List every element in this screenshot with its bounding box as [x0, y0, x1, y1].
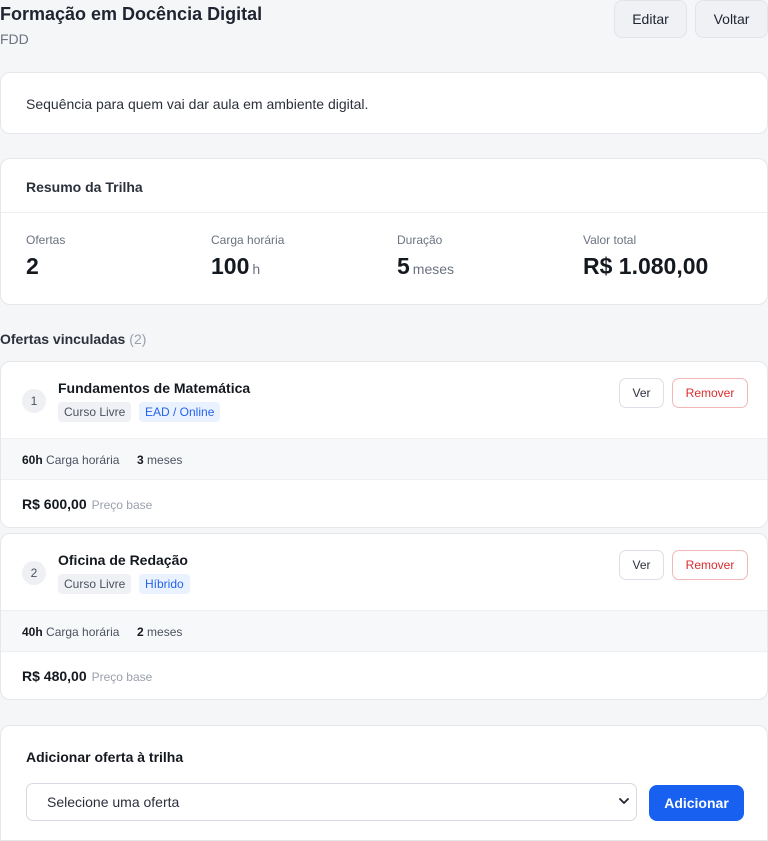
offer-card: 2 Oficina de Redação Curso Livre Híbrido…: [0, 533, 768, 700]
page-header: Formação em Docência Digital FDD Editar …: [0, 0, 768, 60]
offer-card: 1 Fundamentos de Matemática Curso Livre …: [0, 361, 768, 528]
offer-duration-label: meses: [147, 453, 183, 467]
track-code: FDD: [0, 31, 29, 47]
offer-meta: 60h Carga horária 3 meses: [1, 438, 767, 480]
view-offer-button[interactable]: Ver: [619, 550, 664, 580]
offer-duration-value: 3: [137, 453, 144, 467]
description-card: Sequência para quem vai dar aula em ambi…: [0, 72, 768, 134]
stat-duration: Duração 5 meses: [397, 233, 454, 280]
offer-hours-label: Carga horária: [46, 453, 120, 467]
remove-offer-button[interactable]: Remover: [672, 550, 748, 580]
stat-value: 100: [211, 253, 250, 279]
stat-label: Carga horária: [211, 233, 285, 247]
stat-value: 5: [397, 253, 410, 279]
stat-value: 2: [26, 253, 39, 279]
offer-price-value: R$ 600,00: [22, 496, 87, 512]
edit-button[interactable]: Editar: [614, 0, 687, 38]
stat-label: Duração: [397, 233, 443, 247]
summary-card: Resumo da Trilha Ofertas 2 Carga horária…: [0, 158, 768, 305]
back-button[interactable]: Voltar: [695, 0, 768, 38]
offer-modality-tag: EAD / Online: [139, 402, 221, 422]
description-text: Sequência para quem vai dar aula em ambi…: [26, 96, 369, 112]
offer-duration: 2 meses: [137, 625, 182, 639]
offer-number: 1: [22, 389, 46, 413]
offer-price-label: Preço base: [91, 670, 153, 684]
offer-type-tag: Curso Livre: [58, 402, 132, 422]
offers-count: (2): [129, 331, 147, 347]
offer-modality-tag: Híbrido: [139, 574, 190, 594]
offer-select[interactable]: Selecione uma oferta: [26, 783, 637, 821]
add-offer-title: Adicionar oferta à trilha: [26, 749, 184, 765]
offer-hours: 40h Carga horária: [22, 625, 119, 639]
offer-select-value: Selecione uma oferta: [47, 794, 180, 810]
offer-meta: 40h Carga horária 2 meses: [1, 610, 767, 652]
chevron-down-icon: [619, 798, 629, 804]
stat-value: R$ 1.080,00: [583, 253, 709, 279]
view-offer-button[interactable]: Ver: [619, 378, 664, 408]
stat-unit: h: [252, 261, 261, 277]
offer-duration-label: meses: [147, 625, 183, 639]
offer-duration-value: 2: [137, 625, 144, 639]
offer-hours-value: 40h: [22, 625, 43, 639]
add-offer-card: Adicionar oferta à trilha Selecione uma …: [0, 725, 768, 841]
offer-duration: 3 meses: [137, 453, 182, 467]
offer-name: Fundamentos de Matemática: [58, 380, 251, 396]
add-offer-button[interactable]: Adicionar: [649, 785, 744, 821]
offer-hours-label: Carga horária: [46, 625, 120, 639]
offer-price: R$ 600,00 Preço base: [22, 496, 152, 512]
page-title: Formação em Docência Digital: [0, 4, 263, 24]
offer-price: R$ 480,00 Preço base: [22, 668, 152, 684]
section-title-text: Ofertas vinculadas: [0, 331, 126, 347]
stat-label: Valor total: [583, 233, 637, 247]
stat-label: Ofertas: [26, 233, 66, 247]
offer-price-value: R$ 480,00: [22, 668, 87, 684]
stat-total-value: Valor total R$ 1.080,00: [583, 233, 708, 280]
stat-offers: Ofertas 2: [26, 233, 65, 280]
offer-number: 2: [22, 561, 46, 585]
summary-title: Resumo da Trilha: [26, 179, 143, 195]
stat-unit: meses: [412, 261, 455, 277]
offer-price-label: Preço base: [91, 498, 153, 512]
offers-section-title: Ofertas vinculadas (2): [0, 331, 146, 347]
remove-offer-button[interactable]: Remover: [672, 378, 748, 408]
divider: [1, 212, 767, 213]
offer-name: Oficina de Redação: [58, 552, 188, 568]
stat-workload: Carga horária 100 h: [211, 233, 284, 280]
offer-hours-value: 60h: [22, 453, 43, 467]
offer-type-tag: Curso Livre: [58, 574, 132, 594]
offer-hours: 60h Carga horária: [22, 453, 119, 467]
